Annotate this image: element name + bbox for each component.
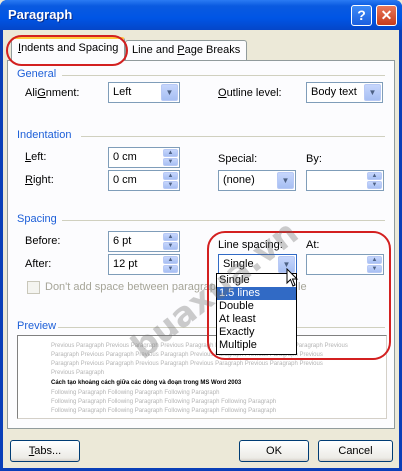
spin-up-icon[interactable]: ▲ [367,172,382,180]
tabs-button[interactable]: Tabs... [10,440,80,462]
spin-up-icon[interactable]: ▲ [163,256,178,264]
paragraph-preview: Previous Paragraph Previous Paragraph Pr… [17,335,387,419]
preview-current-line: Cách tạo khoảng cách giữa các dòng và đo… [51,380,242,386]
spinner-arrows[interactable]: ▲ ▼ [367,256,382,273]
chevron-down-icon[interactable]: ▼ [364,84,381,101]
alignment-select[interactable]: Left ▼ [108,82,180,103]
spin-down-icon[interactable]: ▼ [367,181,382,189]
left-indent-label: Left: [25,151,47,163]
preview-following-line: Following Paragraph Following Paragraph … [51,399,277,405]
spinner-arrows[interactable]: ▲ ▼ [367,172,382,189]
title-bar[interactable]: Paragraph ? ✕ [0,0,402,30]
section-title-indentation: Indentation [17,129,72,141]
alignment-label: AliGnment: [25,87,80,99]
spacing-after-spinner[interactable]: 12 pt ▲ ▼ [108,254,180,275]
section-title-preview: Preview [17,320,57,332]
tab-label: Line and [132,44,178,56]
list-item[interactable]: At least [217,313,296,326]
right-indent-label: Right: [25,174,54,186]
preview-previous-line: Paragraph Previous Paragraph Previous Pa… [51,352,323,358]
spin-up-icon[interactable]: ▲ [163,233,178,241]
by-spinner[interactable]: ▲ ▼ [306,170,384,191]
dont-add-space-checkbox[interactable] [27,281,40,294]
close-button[interactable]: ✕ [376,5,397,26]
spacing-after-label: After: [25,258,52,270]
help-button[interactable]: ? [351,5,372,26]
outline-level-label: Outline level: [218,87,282,99]
spin-up-icon[interactable]: ▲ [163,172,178,180]
spacing-after-value: 12 pt [113,258,138,270]
right-indent-value: 0 cm [113,174,137,186]
spinner-arrows[interactable]: ▲ ▼ [163,172,178,189]
spin-down-icon[interactable]: ▼ [163,158,178,166]
list-item[interactable]: Multiple [217,339,296,352]
left-indent-spinner[interactable]: 0 cm ▲ ▼ [108,147,180,168]
spin-down-icon[interactable]: ▼ [163,242,178,250]
section-title-general: General [17,68,57,80]
spin-down-icon[interactable]: ▼ [367,265,382,273]
preview-following-line: Following Paragraph Following Paragraph … [51,390,220,396]
spinner-arrows[interactable]: ▲ ▼ [163,233,178,250]
ok-button[interactable]: OK [239,440,309,462]
at-spinner[interactable]: ▲ ▼ [306,254,384,275]
chevron-down-icon[interactable]: ▼ [161,84,178,101]
preview-previous-line: Paragraph Previous Paragraph Previous Pa… [51,361,323,367]
section-divider [81,136,385,137]
spacing-before-value: 6 pt [113,235,132,247]
special-value: (none) [223,174,255,186]
list-item[interactable]: Exactly [217,326,296,339]
spin-down-icon[interactable]: ▼ [163,181,178,189]
cancel-button[interactable]: Cancel [318,440,393,462]
tab-mnemonic: P [177,44,185,56]
spinner-arrows[interactable]: ▲ ▼ [163,149,178,166]
right-indent-spinner[interactable]: 0 cm ▲ ▼ [108,170,180,191]
spinner-arrows[interactable]: ▲ ▼ [163,256,178,273]
at-label: At: [306,239,320,251]
tab-indents-and-spacing[interactable]: Indents and Spacing [11,37,126,61]
tab-line-and-page-breaks[interactable]: Line and Page Breaks [125,40,248,61]
outline-level-select[interactable]: Body text ▼ [306,82,383,103]
section-divider [62,75,385,76]
alignment-value: Left [113,86,132,98]
chevron-down-icon[interactable]: ▼ [277,172,294,189]
outline-level-value: Body text [311,86,357,98]
spacing-before-label: Before: [25,235,61,247]
spin-up-icon[interactable]: ▲ [163,149,178,157]
section-divider [62,220,385,221]
preview-previous-line: Previous Paragraph [51,370,105,376]
special-label: Special: [218,153,258,165]
tab-label: age Breaks [184,44,241,56]
spin-down-icon[interactable]: ▼ [163,265,178,273]
spin-up-icon[interactable]: ▲ [367,256,382,264]
by-label: By: [306,153,322,165]
mouse-pointer-icon [286,268,299,287]
preview-following-line: Following Paragraph Following Paragraph … [51,408,277,414]
dialog-title: Paragraph [8,7,73,22]
left-indent-value: 0 cm [113,151,137,163]
section-title-spacing: Spacing [17,213,57,225]
special-select[interactable]: (none) ▼ [218,170,296,191]
preview-previous-line: Previous Paragraph Previous Paragraph Pr… [51,343,348,349]
spacing-before-spinner[interactable]: 6 pt ▲ ▼ [108,231,180,252]
tab-label: ndents and Spacing [21,42,119,54]
